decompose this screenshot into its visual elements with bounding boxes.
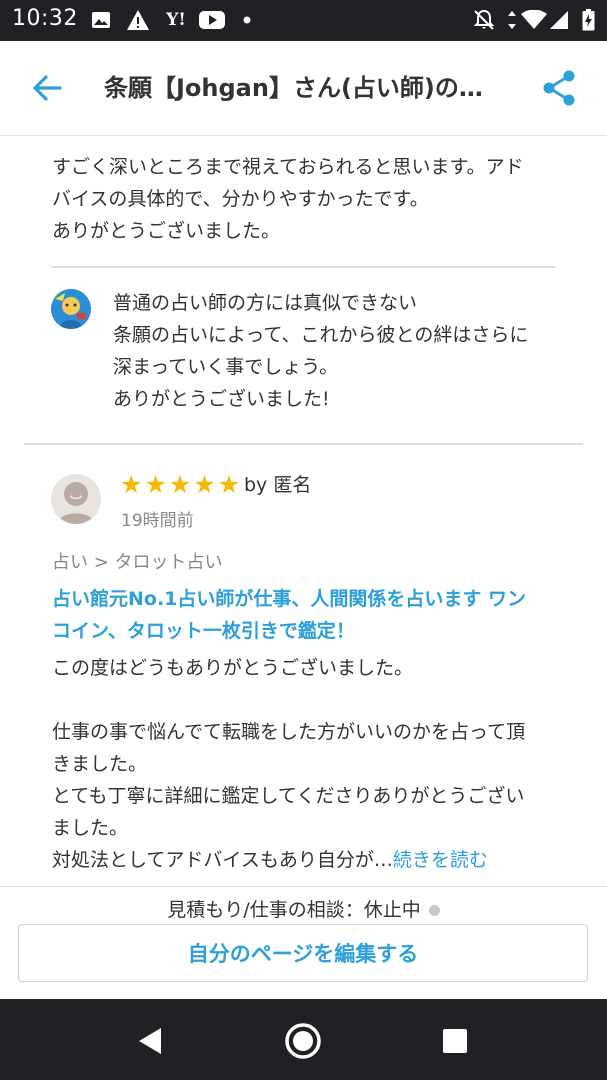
review-divider <box>24 443 583 445</box>
review-line: すごく深いところまで視えておられると思います。アド <box>52 156 524 178</box>
status-bar: 10:32 Y! <box>0 0 607 41</box>
review-line: とても丁寧に詳細に鑑定してくださりありがとうござい <box>52 785 525 807</box>
recents-square-icon[interactable] <box>435 1021 475 1061</box>
dot-icon <box>242 8 252 32</box>
home-circle-icon[interactable] <box>283 1021 323 1061</box>
quote-status-text: 見積もり/仕事の相談：休止中 <box>167 899 421 921</box>
review-line: この度はどうもありがとうございました。 <box>52 657 414 679</box>
review-body-previous: すごく深いところまで視えておられると思います。アド バイスの具体的で、分かりやす… <box>52 151 572 247</box>
system-nav-bar <box>0 999 607 1080</box>
notifications-off-icon <box>472 8 496 32</box>
reviews-content[interactable]: すごく深いところまで視えておられると思います。アド バイスの具体的で、分かりやす… <box>0 136 607 886</box>
service-title-link[interactable]: 占い館元No.1占い師が仕事、人間関係を占います ワン コイン、タロット一枚引き… <box>52 583 562 647</box>
star-icon: ★ <box>217 470 241 499</box>
yahoo-icon: Y! <box>166 10 186 30</box>
star-icon: ★ <box>144 470 167 499</box>
star-rating: ★ ★ ★ ★ ★ <box>120 472 240 498</box>
service-title-line: コイン、タロット一枚引きで鑑定！ <box>52 620 355 642</box>
image-icon <box>90 8 112 32</box>
app-bar: 条願【Johgan】さん(占い師)の… <box>0 41 607 136</box>
page-title: 条願【Johgan】さん(占い師)の… <box>104 74 483 102</box>
review-body: この度はどうもありがとうございました。 仕事の事で悩んでて転職をした方がいいのか… <box>52 652 562 876</box>
edit-my-page-button[interactable]: 自分のページを編集する <box>18 924 588 982</box>
read-more-link[interactable]: 続きを読む <box>393 849 488 871</box>
anonymous-user-avatar <box>51 474 101 524</box>
star-icon: ★ <box>120 470 143 499</box>
category-breadcrumb: 占い > タロット占い <box>52 552 223 573</box>
review-line-last: 対処法としてアドバイスもあり自分が…続きを読む <box>52 844 562 876</box>
reply-line: 普通の占い師の方には真似できない <box>113 292 418 314</box>
quote-status: 見積もり/仕事の相談：休止中 <box>0 895 607 922</box>
review-line: きました。 <box>52 753 148 775</box>
reply-line: ありがとうございました! <box>113 388 330 410</box>
review-excerpt: 対処法としてアドバイスもあり自分が… <box>52 849 393 871</box>
star-icon: ★ <box>193 470 216 499</box>
reply-line: 条願の占いによって、これから彼との絆はさらに <box>113 324 529 346</box>
battery-icon <box>580 8 596 32</box>
review-line: ました。 <box>52 817 129 839</box>
warning-icon <box>126 8 150 32</box>
reply-body: 普通の占い師の方には真似できない 条願の占いによって、これから彼との絆はさらに … <box>113 287 573 415</box>
status-dot-icon <box>428 905 440 916</box>
wifi-icon <box>520 8 548 32</box>
arrow-back-icon[interactable] <box>30 71 64 105</box>
service-title-line: 占い館元No.1占い師が仕事、人間関係を占います ワン <box>52 588 527 610</box>
review-line: ありがとうございました。 <box>52 220 281 242</box>
share-icon[interactable] <box>540 69 578 107</box>
data-arrows-icon <box>505 8 519 32</box>
bottom-action-panel: 見積もり/仕事の相談：休止中 自分のページを編集する <box>0 886 607 1000</box>
reply-divider <box>51 266 556 268</box>
youtube-icon <box>198 8 226 32</box>
fortune-teller-avatar <box>51 289 91 329</box>
review-line: 仕事の事で悩んでて転職をした方がいいのかを占って頂 <box>52 721 526 743</box>
signal-icon <box>548 8 570 32</box>
review-time: 19時間前 <box>121 511 194 531</box>
back-triangle-icon[interactable] <box>131 1021 171 1061</box>
star-icon: ★ <box>168 470 192 499</box>
reviewer-name: by 匿名 <box>244 474 312 496</box>
clock: 10:32 <box>12 6 78 31</box>
reply-line: 深まっていく事でしょう。 <box>113 356 339 378</box>
review-line: バイスの具体的で、分かりやすかったです。 <box>52 188 429 210</box>
